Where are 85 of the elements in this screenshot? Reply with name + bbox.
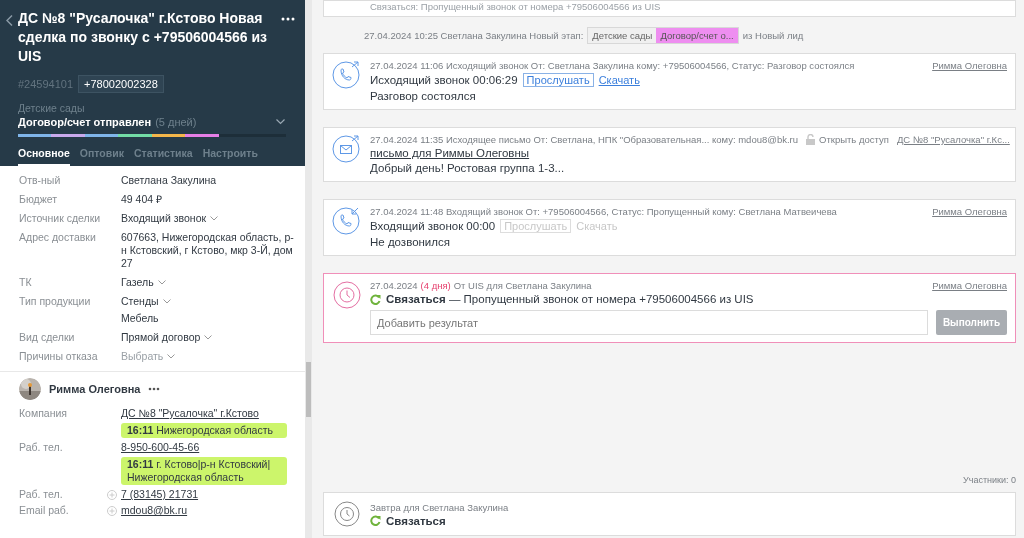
email-preview: Добрый день! Ростовая группа 1-3... xyxy=(370,162,566,174)
note-text: Связаться: Пропущенный звонок от номера +79506004566 из UIS xyxy=(370,1,662,12)
author-link[interactable]: Римма Олеговна xyxy=(932,206,1007,217)
note-meta: 27.04.2024 11:06 Исходящий звонок От: Светлана Закулина кому: +79506004566, Статус: Разговор состоялся xyxy=(370,60,856,71)
email-subject-link[interactable]: письмо для Риммы Олеговны xyxy=(370,147,1007,159)
more-icon xyxy=(281,17,295,21)
field-value: 49 404 ₽ xyxy=(121,193,163,206)
task-text: Связаться — Пропущенный звонок от номера +79506004566 из UIS xyxy=(386,293,754,305)
complete-button[interactable]: Выполнить xyxy=(936,310,1007,335)
dropdown-field[interactable]: Стенды xyxy=(121,295,159,308)
back-icon xyxy=(6,15,13,26)
contact-link[interactable]: 8-950-600-45-66 xyxy=(121,441,200,454)
event-text: из Новый лид xyxy=(742,30,804,41)
call-title: Исходящий звонок 00:06:29 xyxy=(370,74,518,86)
author-link[interactable]: Римма Олеговна xyxy=(932,280,1007,291)
listen-button[interactable]: Прослушать xyxy=(522,73,594,87)
field-label: Причины отказа xyxy=(19,350,99,363)
dropdown-placeholder[interactable]: Выбрать xyxy=(121,350,164,363)
field-value: 607663, Нижегородская область, р-н Кстовский, г Кстово, мкр 3-Й, дом 27 xyxy=(121,231,295,270)
stage-age: (5 дней) xyxy=(155,116,198,128)
call-icon xyxy=(332,206,362,236)
local-time-tag: 16:11 Нижегородская область xyxy=(121,423,287,438)
caret-icon xyxy=(157,280,166,285)
task-action: Связаться xyxy=(386,514,446,527)
field-value: Мебель xyxy=(121,312,160,325)
email-icon xyxy=(332,134,362,164)
contact-name[interactable]: Римма Олеговна xyxy=(49,383,141,395)
caret-icon xyxy=(162,299,171,304)
more-icon xyxy=(148,387,161,391)
event-text: 27.04.2024 10:25 Светлана Закулина Новый этап: xyxy=(364,30,584,41)
note-meta: 27.04.2024 11:48 Входящий звонок От: +79506004566, Статус: Пропущенный кому: Светлана Матвеичева xyxy=(370,206,838,217)
field-label: Email раб. xyxy=(19,504,70,517)
field-label: Тип продукции xyxy=(19,295,92,309)
chevron-icon xyxy=(276,119,285,125)
deal-link[interactable]: ДС №8 "Русалочка" г.Кс... xyxy=(896,134,1010,145)
caret-icon xyxy=(204,335,213,340)
deal-title: ДС №8 "Русалочка" г.Кстово Новая сделка по звонку с +79506004566 из UIS xyxy=(18,9,268,66)
lock-icon xyxy=(806,134,815,145)
tab[interactable]: Оптовик xyxy=(79,147,124,166)
result-input[interactable]: Добавить результат xyxy=(370,310,928,335)
participants-count: Участники: 0 xyxy=(962,475,1016,485)
caret-icon xyxy=(167,354,176,359)
dropdown-field[interactable]: Прямой договор xyxy=(121,331,201,344)
author-link[interactable]: Римма Олеговна xyxy=(932,60,1007,71)
call-result: Не дозвонился xyxy=(370,236,451,248)
call-result: Разговор состоялся xyxy=(370,90,477,102)
pipeline-chip: Детские сады xyxy=(588,28,657,43)
task-date: 27.04.2024 xyxy=(370,280,418,291)
task-meta: От UIS для Светлана Закулина xyxy=(453,280,592,291)
dropdown-field[interactable]: Входящий звонок xyxy=(121,212,207,225)
dropdown-field[interactable]: Газель xyxy=(121,276,154,289)
contact-link[interactable]: mdou8@bk.ru xyxy=(121,504,188,517)
stage-chip: Договор/счет о... xyxy=(656,28,738,43)
stage-name[interactable]: Договор/счет отправлен xyxy=(18,116,152,128)
field-label: Раб. тел. xyxy=(19,441,64,455)
clock-icon xyxy=(332,280,362,310)
field-label: ТК xyxy=(19,276,33,289)
caret-icon xyxy=(210,216,219,221)
overdue-label: (4 дня) xyxy=(420,280,451,291)
tab[interactable]: Статистика xyxy=(133,147,193,166)
field-label: Вид сделки xyxy=(19,331,76,344)
refresh-icon xyxy=(370,293,381,305)
deal-id: #24594101 xyxy=(18,78,74,90)
call-icon xyxy=(332,60,362,90)
clock-icon xyxy=(334,501,360,527)
tab[interactable]: Настроить xyxy=(202,147,258,166)
download-link[interactable]: Скачать xyxy=(598,74,640,86)
field-label: Отв-ный xyxy=(19,174,62,187)
field-label: Раб. тел. xyxy=(19,488,64,501)
note-meta: 27.04.2024 11:35 Исходящее письмо От: Светлана, НПК "Образовательная... кому: mdou8@bk.ru xyxy=(370,134,798,145)
pipeline-name: Детские сады xyxy=(18,102,86,114)
access-link[interactable]: Открыть доступ xyxy=(819,134,889,145)
tab[interactable]: Основное xyxy=(18,147,70,166)
refresh-icon xyxy=(370,515,381,526)
local-time-tag: 16:11 г. Кстово|р-н Кстовский| Нижегородская область xyxy=(121,457,287,485)
contact-link[interactable]: ДС №8 "Русалочка" г.Кстово xyxy=(121,407,259,420)
call-title: Входящий звонок 00:00 xyxy=(370,220,496,232)
field-label: Бюджет xyxy=(19,193,58,206)
field-value: Светлана Закулина xyxy=(121,174,217,187)
contact-link[interactable]: 7 (83145) 21731 xyxy=(121,488,199,501)
phone-tag[interactable]: +78002002328 xyxy=(78,75,164,93)
field-label: Компания xyxy=(19,407,69,421)
task-meta: Завтра для Светлана Закулина xyxy=(370,501,510,513)
field-label: Адрес доставки xyxy=(19,231,97,245)
field-label: Источник сделки xyxy=(19,212,102,225)
